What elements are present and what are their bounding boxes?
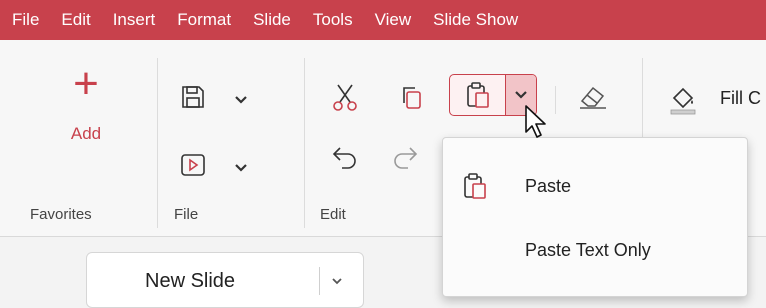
save-button[interactable] xyxy=(180,84,206,115)
group-separator xyxy=(157,58,158,228)
new-slide-button[interactable]: New Slide xyxy=(86,252,364,308)
clear-formatting-button[interactable] xyxy=(578,84,608,115)
undo-button[interactable] xyxy=(330,142,360,177)
menu-item-label: Paste Text Only xyxy=(525,240,651,260)
fill-color-label: Fill C xyxy=(720,88,761,108)
split-divider xyxy=(319,267,320,295)
copy-button[interactable] xyxy=(398,84,424,115)
plus-icon: + xyxy=(73,59,99,108)
present-dropdown-button[interactable] xyxy=(234,160,248,178)
play-slideshow-icon xyxy=(181,154,205,176)
menu-slide[interactable]: Slide xyxy=(242,10,302,30)
chevron-down-icon xyxy=(235,96,247,104)
scissors-icon xyxy=(333,84,357,111)
add-label: Add xyxy=(70,124,102,143)
menu-slide-show[interactable]: Slide Show xyxy=(422,10,529,30)
toolbar-separator xyxy=(555,86,556,114)
new-slide-dropdown-button[interactable] xyxy=(331,273,343,291)
redo-button[interactable] xyxy=(390,142,420,177)
menu-edit[interactable]: Edit xyxy=(50,10,101,30)
chevron-down-icon xyxy=(235,164,247,172)
new-slide-label: New Slide xyxy=(145,270,236,292)
paste-icon xyxy=(464,173,486,199)
undo-icon xyxy=(332,147,356,169)
group-separator xyxy=(304,58,305,228)
present-button[interactable] xyxy=(180,152,206,183)
menu-insert[interactable]: Insert xyxy=(102,10,167,30)
menu-view[interactable]: View xyxy=(364,10,423,30)
menu-format[interactable]: Format xyxy=(166,10,242,30)
paint-bucket-icon xyxy=(670,87,696,115)
menu-item-paste-text-only[interactable]: Paste Text Only xyxy=(443,226,745,276)
add-button[interactable]: + Add xyxy=(46,58,126,198)
menu-item-label: Paste xyxy=(525,176,572,196)
pointer-cursor-icon xyxy=(525,105,546,138)
copy-icon xyxy=(403,87,421,109)
group-label-edit: Edit xyxy=(320,206,346,223)
cut-button[interactable] xyxy=(330,82,360,117)
save-icon xyxy=(182,86,204,108)
save-dropdown-button[interactable] xyxy=(234,92,248,110)
menu-file[interactable]: File xyxy=(0,10,50,30)
paste-options-menu: Paste Paste Text Only xyxy=(442,137,748,297)
mouse-cursor xyxy=(524,104,550,145)
chevron-down-icon xyxy=(515,91,527,99)
paste-button[interactable] xyxy=(464,81,492,114)
group-label-file: File xyxy=(174,206,199,223)
eraser-icon xyxy=(580,86,606,109)
chevron-down-icon xyxy=(332,278,342,285)
fill-color-button[interactable] xyxy=(668,84,698,121)
paste-icon xyxy=(467,82,489,108)
menu-item-paste[interactable]: Paste xyxy=(443,162,745,212)
group-label-favorites: Favorites xyxy=(30,206,92,223)
menu-tools[interactable]: Tools xyxy=(302,10,364,30)
menu-bar: File Edit Insert Format Slide Tools View… xyxy=(0,0,766,40)
redo-icon xyxy=(394,147,418,169)
